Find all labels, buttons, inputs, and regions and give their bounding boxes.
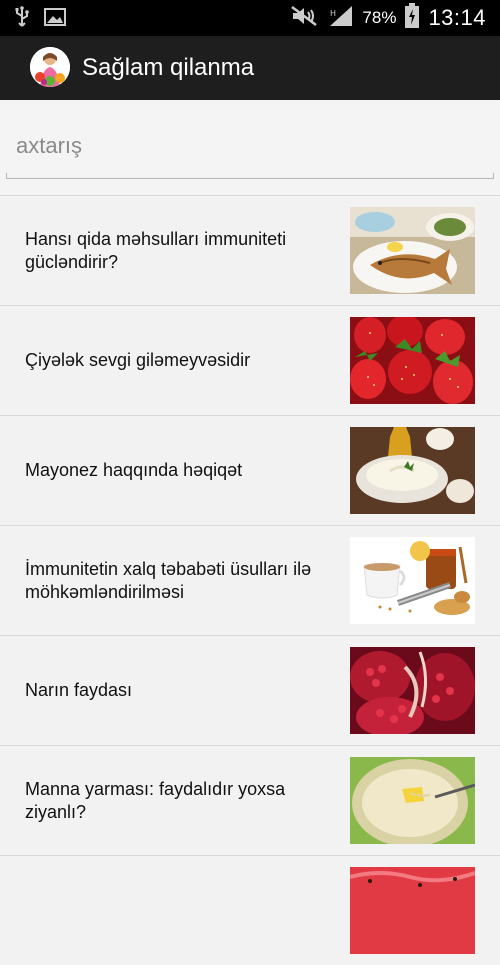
article-title: Mayonez haqqında həqiqət [25,460,243,480]
signal-icon: H [328,4,354,33]
search-input[interactable] [6,126,494,166]
list-item[interactable] [0,856,500,954]
watermelon-image [350,867,475,954]
status-bar: H 78% 13:14 [0,0,500,36]
app-title: Sağlam qilanma [82,54,255,81]
article-title: Narın faydası [25,680,133,700]
image-icon [44,7,66,32]
list-item[interactable]: Mayonez haqqında həqiqət [0,416,500,526]
battery-percent: 78% [362,8,397,27]
article-title: İmmunitetin xalq təbabəti üsulları ilə m… [25,558,312,602]
article-title [25,856,325,965]
app-logo-icon[interactable] [30,47,70,87]
list-item[interactable]: Narın faydası [0,636,500,746]
strawberries-image [350,317,475,404]
search-bar [0,100,500,196]
fish-meal-image [350,207,475,294]
action-bar: Sağlam qilanma [0,36,500,100]
clock: 13:14 [428,5,486,30]
mayonnaise-image [350,427,475,514]
semolina-porridge-image [350,757,475,844]
battery-icon [404,2,420,34]
search-underline [6,173,494,179]
tea-honey-ginger-image [350,537,475,624]
article-title: Hansı qida məhsulları immuniteti güclənd… [25,228,287,272]
pomegranate-image [350,647,475,734]
mute-icon [290,5,320,32]
list-item[interactable]: Hansı qida məhsulları immuniteti güclənd… [0,196,500,306]
article-title: Çiyələk sevgi giləmeyvəsidir [25,350,251,370]
list-item[interactable]: Manna yarması: faydalıdır yoxsa ziyanlı? [0,746,500,856]
usb-icon [14,6,30,33]
list-item[interactable]: İmmunitetin xalq təbabəti üsulları ilə m… [0,526,500,636]
svg-text:H: H [330,9,336,18]
list-item[interactable]: Çiyələk sevgi giləmeyvəsidir [0,306,500,416]
article-title: Manna yarması: faydalıdır yoxsa ziyanlı? [25,778,286,822]
article-list: Hansı qida məhsulları immuniteti güclənd… [0,196,500,954]
